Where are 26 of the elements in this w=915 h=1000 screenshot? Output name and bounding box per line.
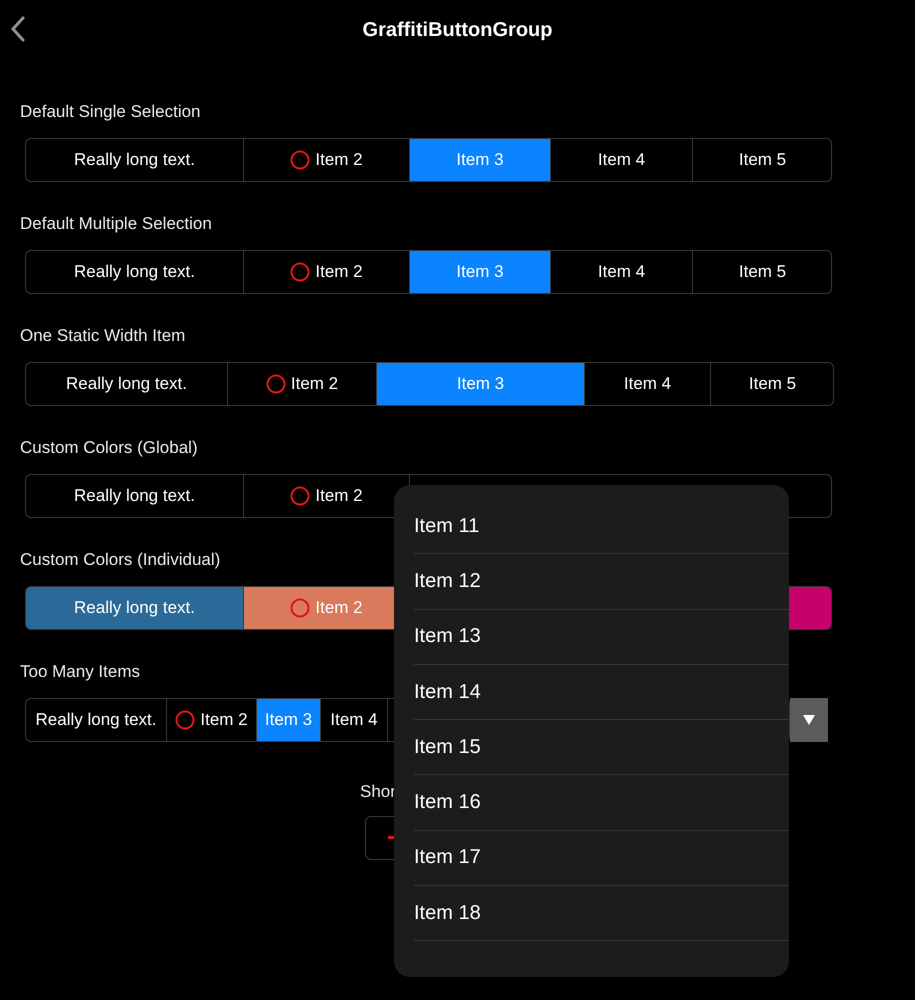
- segment-button[interactable]: Item 3: [410, 251, 551, 293]
- section-label: One Static Width Item: [20, 326, 186, 347]
- section-label: Custom Colors (Individual): [20, 550, 220, 571]
- section-label: Too Many Items: [20, 662, 140, 683]
- section-label: Default Single Selection: [20, 102, 201, 123]
- segment-button[interactable]: Really long text.: [26, 475, 244, 517]
- section-label: Custom Colors (Global): [20, 438, 198, 459]
- segment-button[interactable]: Item 3: [377, 363, 585, 405]
- segment-button[interactable]: Really long text.: [26, 699, 167, 741]
- menu-item[interactable]: Item 18: [394, 886, 789, 940]
- segment-button[interactable]: Really long text.: [26, 139, 244, 181]
- segment-button[interactable]: Item 3: [257, 699, 321, 741]
- triangle-icon: [802, 714, 816, 726]
- menu-item[interactable]: Item 17: [394, 830, 789, 886]
- segment-button[interactable]: Really long text.: [26, 363, 228, 405]
- segment-button[interactable]: [788, 587, 831, 629]
- page-title: GraffitiButtonGroup: [362, 18, 552, 42]
- segment-button[interactable]: Really long text.: [26, 587, 244, 629]
- segment-button[interactable]: Really long text.: [26, 251, 244, 293]
- menu-item[interactable]: Item 16: [394, 775, 789, 830]
- caption-text: Shor: [360, 782, 396, 802]
- dropdown-button[interactable]: [790, 698, 828, 742]
- menu-item[interactable]: Item 14: [394, 664, 789, 720]
- segment-button[interactable]: Item 3: [410, 139, 551, 181]
- section-label: Default Multiple Selection: [20, 214, 212, 235]
- menu-item[interactable]: Item 15: [394, 720, 789, 774]
